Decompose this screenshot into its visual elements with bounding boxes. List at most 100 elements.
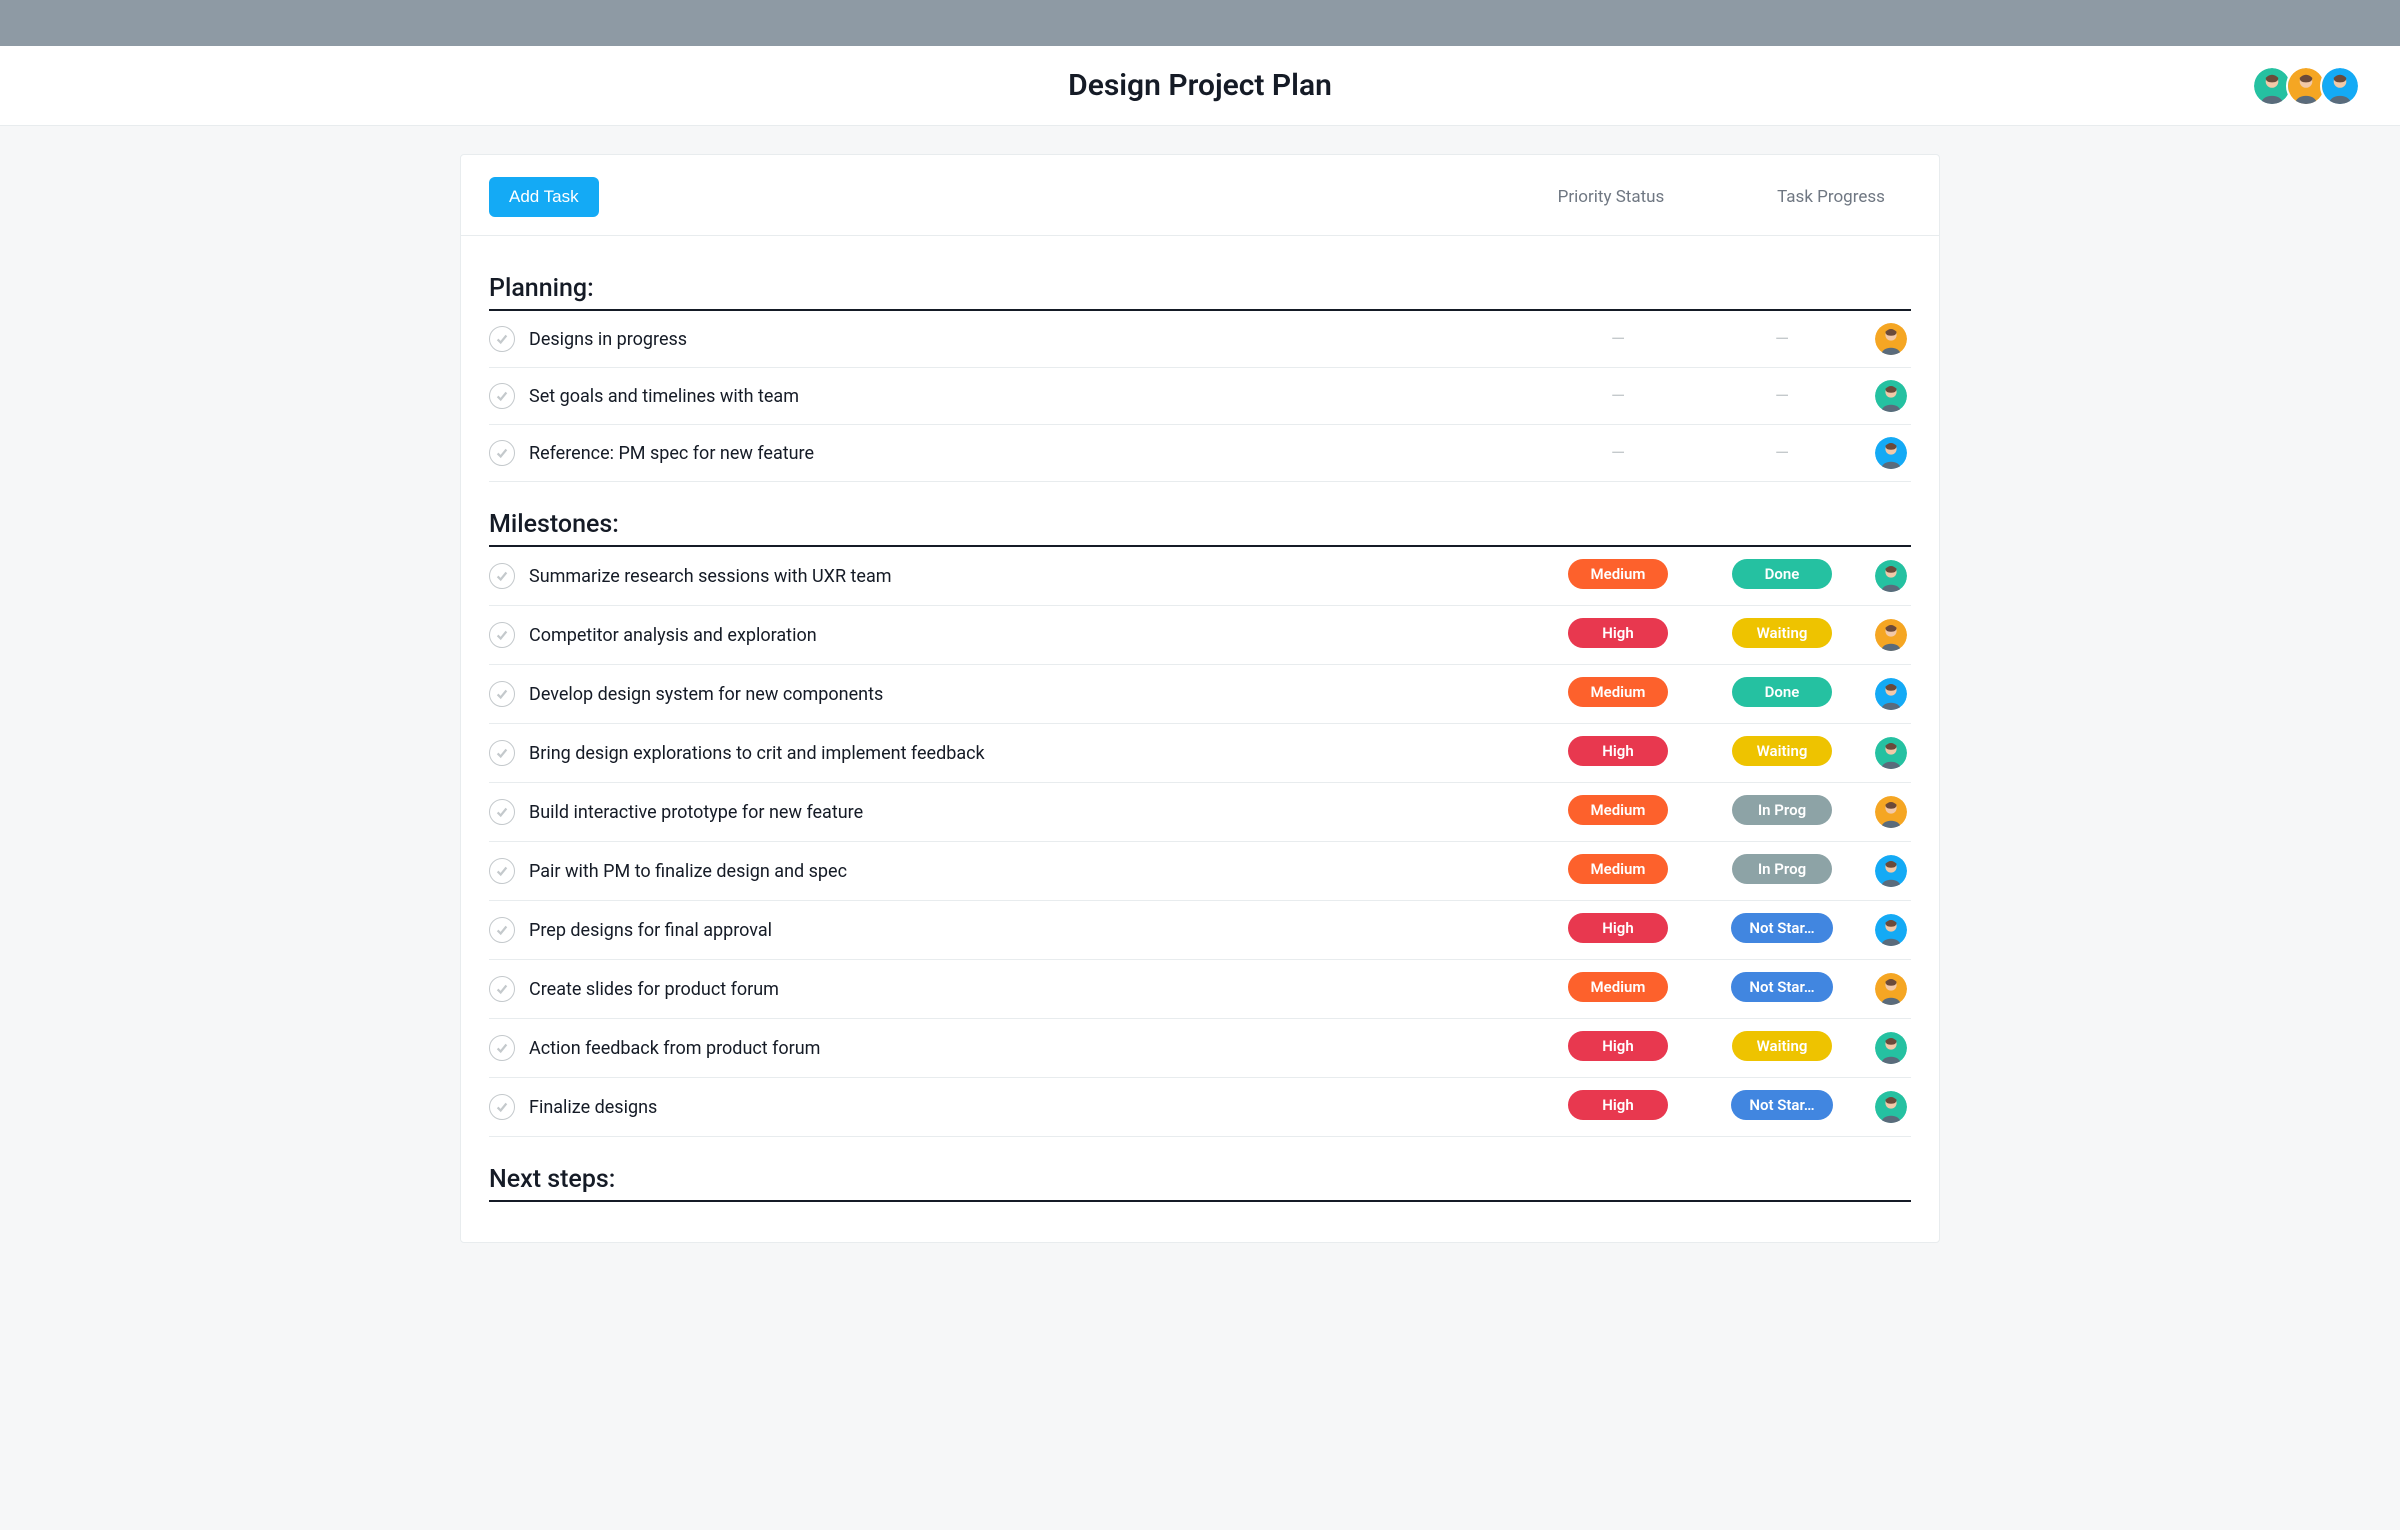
progress-cell[interactable]: Waiting bbox=[1707, 618, 1857, 652]
add-task-button[interactable]: Add Task bbox=[489, 177, 599, 217]
complete-check-icon[interactable] bbox=[489, 681, 515, 707]
priority-cell[interactable]: High bbox=[1543, 736, 1693, 770]
assignee-cell[interactable] bbox=[1871, 437, 1911, 469]
progress-cell[interactable]: — bbox=[1707, 443, 1857, 464]
progress-cell[interactable]: — bbox=[1707, 329, 1857, 350]
project-members[interactable] bbox=[2258, 66, 2360, 106]
complete-check-icon[interactable] bbox=[489, 917, 515, 943]
assignee-cell[interactable] bbox=[1871, 678, 1911, 710]
assignee-cell[interactable] bbox=[1871, 1091, 1911, 1123]
empty-value: — bbox=[1775, 329, 1789, 350]
assignee-avatar[interactable] bbox=[1875, 1032, 1907, 1064]
task-title[interactable]: Create slides for product forum bbox=[529, 979, 1529, 1000]
complete-check-icon[interactable] bbox=[489, 622, 515, 648]
task-title[interactable]: Prep designs for final approval bbox=[529, 920, 1529, 941]
priority-cell[interactable]: — bbox=[1543, 329, 1693, 350]
assignee-cell[interactable] bbox=[1871, 914, 1911, 946]
assignee-avatar[interactable] bbox=[1875, 737, 1907, 769]
priority-cell[interactable]: — bbox=[1543, 443, 1693, 464]
task-row[interactable]: Designs in progress — — bbox=[489, 311, 1911, 368]
assignee-avatar[interactable] bbox=[1875, 914, 1907, 946]
priority-cell[interactable]: High bbox=[1543, 1090, 1693, 1124]
task-title[interactable]: Reference: PM spec for new feature bbox=[529, 443, 1529, 464]
complete-check-icon[interactable] bbox=[489, 326, 515, 352]
complete-check-icon[interactable] bbox=[489, 976, 515, 1002]
section-header[interactable]: Planning: bbox=[489, 246, 1911, 311]
progress-cell[interactable]: Not Star… bbox=[1707, 972, 1857, 1006]
assignee-cell[interactable] bbox=[1871, 323, 1911, 355]
priority-cell[interactable]: — bbox=[1543, 386, 1693, 407]
assignee-avatar[interactable] bbox=[1875, 855, 1907, 887]
task-title[interactable]: Set goals and timelines with team bbox=[529, 386, 1529, 407]
priority-cell[interactable]: Medium bbox=[1543, 972, 1693, 1006]
progress-cell[interactable]: Done bbox=[1707, 559, 1857, 593]
complete-check-icon[interactable] bbox=[489, 799, 515, 825]
assignee-avatar[interactable] bbox=[1875, 323, 1907, 355]
task-title[interactable]: Finalize designs bbox=[529, 1097, 1529, 1118]
assignee-avatar[interactable] bbox=[1875, 560, 1907, 592]
progress-cell[interactable]: Not Star… bbox=[1707, 913, 1857, 947]
assignee-cell[interactable] bbox=[1871, 560, 1911, 592]
priority-cell[interactable]: High bbox=[1543, 1031, 1693, 1065]
column-header-progress[interactable]: Task Progress bbox=[1751, 187, 1911, 207]
priority-cell[interactable]: Medium bbox=[1543, 677, 1693, 711]
task-row[interactable]: Finalize designs High Not Star… bbox=[489, 1078, 1911, 1137]
progress-cell[interactable]: — bbox=[1707, 386, 1857, 407]
task-row[interactable]: Pair with PM to finalize design and spec… bbox=[489, 842, 1911, 901]
progress-cell[interactable]: In Prog bbox=[1707, 795, 1857, 829]
column-header-priority[interactable]: Priority Status bbox=[1531, 187, 1691, 207]
assignee-avatar[interactable] bbox=[1875, 678, 1907, 710]
task-title[interactable]: Action feedback from product forum bbox=[529, 1038, 1529, 1059]
assignee-cell[interactable] bbox=[1871, 380, 1911, 412]
complete-check-icon[interactable] bbox=[489, 740, 515, 766]
assignee-cell[interactable] bbox=[1871, 737, 1911, 769]
section-header[interactable]: Next steps: bbox=[489, 1137, 1911, 1202]
task-row[interactable]: Prep designs for final approval High Not S… bbox=[489, 901, 1911, 960]
task-row[interactable]: Competitor analysis and exploration High W… bbox=[489, 606, 1911, 665]
priority-cell[interactable]: Medium bbox=[1543, 795, 1693, 829]
task-row[interactable]: Set goals and timelines with team — — bbox=[489, 368, 1911, 425]
complete-check-icon[interactable] bbox=[489, 440, 515, 466]
progress-cell[interactable]: In Prog bbox=[1707, 854, 1857, 888]
task-title[interactable]: Build interactive prototype for new feat… bbox=[529, 802, 1529, 823]
assignee-cell[interactable] bbox=[1871, 1032, 1911, 1064]
task-title[interactable]: Summarize research sessions with UXR tea… bbox=[529, 566, 1529, 587]
assignee-cell[interactable] bbox=[1871, 619, 1911, 651]
complete-check-icon[interactable] bbox=[489, 1035, 515, 1061]
assignee-avatar[interactable] bbox=[1875, 380, 1907, 412]
progress-cell[interactable]: Not Star… bbox=[1707, 1090, 1857, 1124]
complete-check-icon[interactable] bbox=[489, 383, 515, 409]
priority-cell[interactable]: Medium bbox=[1543, 854, 1693, 888]
task-title[interactable]: Pair with PM to finalize design and spec bbox=[529, 861, 1529, 882]
task-row[interactable]: Develop design system for new components… bbox=[489, 665, 1911, 724]
assignee-avatar[interactable] bbox=[1875, 796, 1907, 828]
assignee-avatar[interactable] bbox=[1875, 437, 1907, 469]
task-row[interactable]: Reference: PM spec for new feature — — bbox=[489, 425, 1911, 482]
member-avatar[interactable] bbox=[2320, 66, 2360, 106]
task-row[interactable]: Build interactive prototype for new feat… bbox=[489, 783, 1911, 842]
task-title[interactable]: Competitor analysis and exploration bbox=[529, 625, 1529, 646]
assignee-avatar[interactable] bbox=[1875, 973, 1907, 1005]
assignee-cell[interactable] bbox=[1871, 973, 1911, 1005]
complete-check-icon[interactable] bbox=[489, 858, 515, 884]
priority-cell[interactable]: High bbox=[1543, 618, 1693, 652]
section-header[interactable]: Milestones: bbox=[489, 482, 1911, 547]
task-row[interactable]: Summarize research sessions with UXR tea… bbox=[489, 547, 1911, 606]
task-row[interactable]: Create slides for product forum Medium Not… bbox=[489, 960, 1911, 1019]
priority-cell[interactable]: Medium bbox=[1543, 559, 1693, 593]
priority-cell[interactable]: High bbox=[1543, 913, 1693, 947]
assignee-cell[interactable] bbox=[1871, 796, 1911, 828]
task-row[interactable]: Bring design explorations to crit and im… bbox=[489, 724, 1911, 783]
progress-cell[interactable]: Done bbox=[1707, 677, 1857, 711]
progress-cell[interactable]: Waiting bbox=[1707, 736, 1857, 770]
assignee-avatar[interactable] bbox=[1875, 619, 1907, 651]
task-row[interactable]: Action feedback from product forum High Wa… bbox=[489, 1019, 1911, 1078]
complete-check-icon[interactable] bbox=[489, 1094, 515, 1120]
assignee-avatar[interactable] bbox=[1875, 1091, 1907, 1123]
progress-cell[interactable]: Waiting bbox=[1707, 1031, 1857, 1065]
assignee-cell[interactable] bbox=[1871, 855, 1911, 887]
task-title[interactable]: Designs in progress bbox=[529, 329, 1529, 350]
complete-check-icon[interactable] bbox=[489, 563, 515, 589]
task-title[interactable]: Develop design system for new components bbox=[529, 684, 1529, 705]
task-title[interactable]: Bring design explorations to crit and im… bbox=[529, 743, 1529, 764]
